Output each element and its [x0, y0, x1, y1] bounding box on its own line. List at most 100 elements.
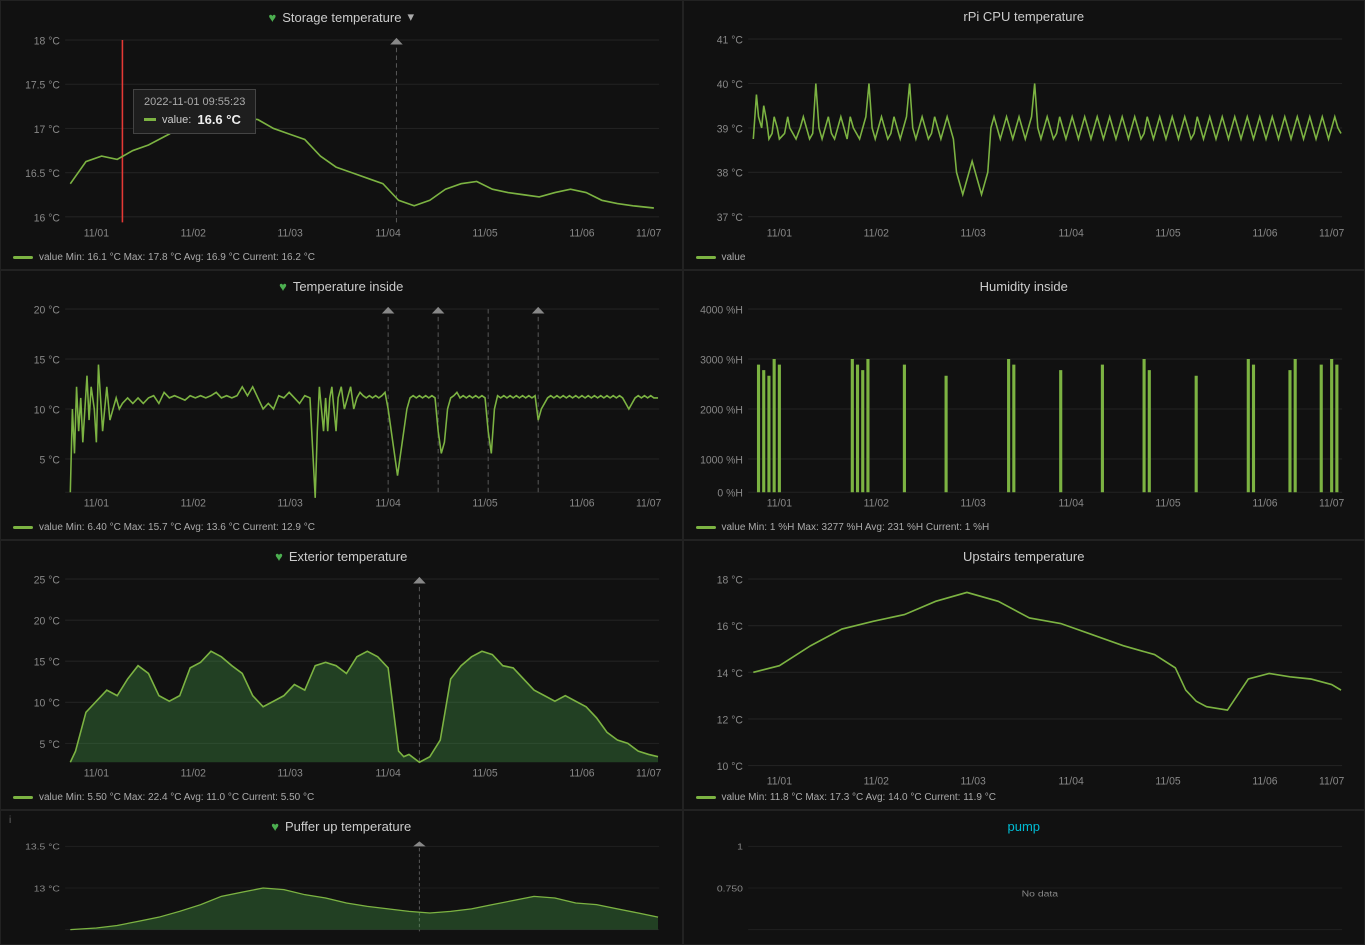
panel-title-humidity: Humidity inside [696, 279, 1353, 294]
svg-text:17 °C: 17 °C [34, 124, 60, 136]
svg-text:11/07: 11/07 [636, 497, 661, 509]
svg-text:16 °C: 16 °C [716, 621, 742, 633]
panel-puffer-temp: i ♥ Puffer up temperature 13.5 °C 13 °C [0, 810, 683, 945]
svg-text:11/06: 11/06 [569, 497, 594, 509]
svg-text:No data: No data [1021, 888, 1058, 898]
chart-svg-humidity: 4000 %H 3000 %H 2000 %H 1000 %H 0 %H 11/… [696, 298, 1353, 520]
legend-line-rpi [696, 256, 716, 259]
svg-text:11/06: 11/06 [1252, 497, 1277, 509]
panel-title-upstairs: Upstairs temperature [696, 549, 1353, 564]
svg-text:0 %H: 0 %H [717, 487, 742, 499]
svg-text:11/02: 11/02 [863, 497, 888, 509]
svg-text:11/05: 11/05 [1155, 227, 1180, 239]
legend-storage: value Min: 16.1 °C Max: 17.8 °C Avg: 16.… [13, 252, 670, 263]
dropdown-icon[interactable]: ▾ [407, 9, 414, 25]
panel-title-exterior: ♥ Exterior temperature [13, 549, 670, 564]
legend-text-upstairs: value Min: 11.8 °C Max: 17.3 °C Avg: 14.… [722, 792, 996, 803]
svg-text:11/01: 11/01 [766, 775, 791, 787]
panel-pump: pump 1 0.750 No data [683, 810, 1365, 945]
legend-humidity: value Min: 1 %H Max: 3277 %H Avg: 231 %H… [696, 522, 1353, 533]
dashboard-grid: ♥ Storage temperature ▾ 18 °C 17.5 °C 17… [0, 0, 1365, 918]
svg-text:11/07: 11/07 [1319, 227, 1344, 239]
svg-text:18 °C: 18 °C [34, 35, 60, 47]
panel-title-inside: ♥ Temperature inside [13, 279, 670, 294]
chart-area-storage: 18 °C 17.5 °C 17 °C 16.5 °C 16 °C 11/01 … [13, 29, 670, 250]
panel-upstairs-temp: Upstairs temperature 18 °C 16 °C 14 °C 1… [683, 540, 1365, 810]
svg-text:11/01: 11/01 [84, 227, 109, 239]
title-text-puffer: Puffer up temperature [285, 819, 411, 834]
svg-text:25 °C: 25 °C [34, 574, 60, 586]
svg-text:5 °C: 5 °C [40, 739, 61, 751]
svg-text:11/03: 11/03 [278, 497, 303, 509]
svg-text:14 °C: 14 °C [716, 668, 742, 680]
svg-text:11/04: 11/04 [1058, 497, 1083, 509]
info-icon: i [9, 815, 11, 826]
svg-text:18 °C: 18 °C [716, 574, 742, 586]
svg-text:11/01: 11/01 [766, 227, 791, 239]
legend-exterior: value Min: 5.50 °C Max: 22.4 °C Avg: 11.… [13, 792, 670, 803]
svg-text:11/02: 11/02 [863, 227, 888, 239]
legend-text-inside: value Min: 6.40 °C Max: 15.7 °C Avg: 13.… [39, 522, 315, 533]
legend-line-humidity [696, 526, 716, 529]
chart-svg-pump: 1 0.750 No data [696, 838, 1353, 938]
title-text-inside: Temperature inside [293, 279, 404, 294]
svg-text:0.750: 0.750 [716, 883, 742, 893]
chart-svg-exterior: 25 °C 20 °C 15 °C 10 °C 5 °C 11/01 11/02… [13, 568, 670, 790]
chart-area-humidity: 4000 %H 3000 %H 2000 %H 1000 %H 0 %H 11/… [696, 298, 1353, 520]
legend-text-exterior: value Min: 5.50 °C Max: 22.4 °C Avg: 11.… [39, 792, 314, 803]
heart-icon-storage: ♥ [269, 10, 277, 25]
chart-area-exterior: 25 °C 20 °C 15 °C 10 °C 5 °C 11/01 11/02… [13, 568, 670, 790]
panel-temp-inside: ♥ Temperature inside 20 °C 15 °C 10 °C 5… [0, 270, 683, 540]
svg-text:11/03: 11/03 [960, 497, 985, 509]
chart-svg-inside: 20 °C 15 °C 10 °C 5 °C 11/01 11/02 11/03… [13, 298, 670, 520]
svg-text:11/05: 11/05 [472, 227, 497, 239]
title-text-storage: Storage temperature [282, 10, 401, 25]
svg-text:11/01: 11/01 [766, 497, 791, 509]
chart-area-pump: 1 0.750 No data [696, 838, 1353, 938]
panel-title-rpi: rPi CPU temperature [696, 9, 1353, 24]
svg-text:11/04: 11/04 [1058, 227, 1083, 239]
chart-area-upstairs: 18 °C 16 °C 14 °C 12 °C 10 °C 11/01 11/0… [696, 568, 1353, 790]
svg-text:11/07: 11/07 [1319, 497, 1344, 509]
svg-text:3000 %H: 3000 %H [700, 354, 743, 366]
svg-text:11/07: 11/07 [1319, 775, 1344, 787]
legend-inside: value Min: 6.40 °C Max: 15.7 °C Avg: 13.… [13, 522, 670, 533]
panel-title-puffer: ♥ Puffer up temperature [13, 819, 670, 834]
svg-text:11/06: 11/06 [1252, 227, 1277, 239]
svg-text:11/06: 11/06 [569, 767, 594, 779]
svg-text:11/02: 11/02 [863, 775, 888, 787]
svg-text:16 °C: 16 °C [34, 212, 60, 224]
panel-storage-temp: ♥ Storage temperature ▾ 18 °C 17.5 °C 17… [0, 0, 683, 270]
svg-text:11/03: 11/03 [278, 227, 303, 239]
chart-area-puffer: 13.5 °C 13 °C [13, 838, 670, 938]
svg-text:11/04: 11/04 [376, 497, 401, 509]
svg-text:12 °C: 12 °C [716, 714, 742, 726]
svg-text:11/03: 11/03 [960, 227, 985, 239]
title-text-pump: pump [1007, 819, 1040, 834]
chart-svg-rpi: 41 °C 40 °C 39 °C 38 °C 37 °C 11/01 11/0… [696, 28, 1353, 250]
panel-exterior-temp: ♥ Exterior temperature 25 °C 20 °C 15 °C… [0, 540, 683, 810]
svg-text:11/05: 11/05 [472, 767, 497, 779]
svg-text:20 °C: 20 °C [34, 615, 60, 627]
svg-text:11/07: 11/07 [636, 767, 661, 779]
legend-line-storage [13, 256, 33, 259]
svg-text:15 °C: 15 °C [34, 656, 60, 668]
legend-line-upstairs [696, 796, 716, 799]
svg-text:17.5 °C: 17.5 °C [25, 79, 60, 91]
svg-text:10 °C: 10 °C [716, 761, 742, 773]
svg-text:11/06: 11/06 [569, 227, 594, 239]
svg-text:13 °C: 13 °C [34, 883, 60, 893]
legend-line-inside [13, 526, 33, 529]
legend-rpi: value [696, 252, 1353, 263]
svg-text:11/01: 11/01 [84, 767, 109, 779]
legend-text-rpi: value [722, 252, 746, 263]
svg-text:1000 %H: 1000 %H [700, 454, 743, 466]
chart-svg-upstairs: 18 °C 16 °C 14 °C 12 °C 10 °C 11/01 11/0… [696, 568, 1353, 790]
svg-text:11/03: 11/03 [960, 775, 985, 787]
heart-icon-puffer: ♥ [271, 819, 279, 834]
svg-text:11/01: 11/01 [84, 497, 109, 509]
panel-humidity: Humidity inside 4000 %H 3000 %H 2000 %H … [683, 270, 1365, 540]
svg-text:11/02: 11/02 [181, 227, 206, 239]
svg-text:11/05: 11/05 [1155, 775, 1180, 787]
chart-area-inside: 20 °C 15 °C 10 °C 5 °C 11/01 11/02 11/03… [13, 298, 670, 520]
